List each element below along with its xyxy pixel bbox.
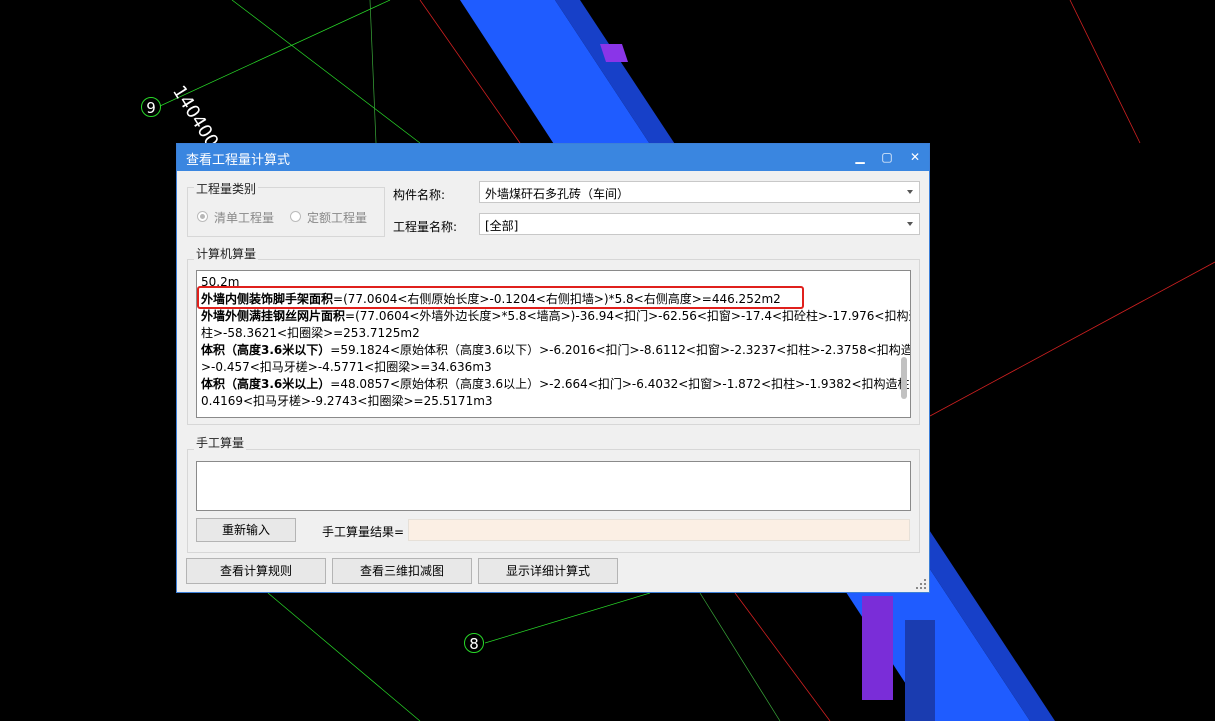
grid-line <box>369 0 377 144</box>
resize-grip-icon[interactable] <box>916 579 926 589</box>
calc-line: 体积（高度3.6米以下）=59.1824<原始体积（高度3.6以下）>-6.20… <box>201 343 911 357</box>
component-name-value: 外墙煤矸石多孔砖（车间） <box>485 187 630 201</box>
quantity-formula-dialog: 查看工程量计算式 ▁ ▢ ✕ 工程量类别 清单工程量 定额工程量 构件名称: 外… <box>176 143 930 593</box>
show-detail-formula-button[interactable]: 显示详细计算式 <box>478 558 618 584</box>
minimize-icon[interactable]: ▁ <box>849 147 871 167</box>
radio-bill-quantity-label[interactable]: 清单工程量 <box>214 209 274 226</box>
calc-line: 体积（高度3.6米以上）=48.0857<原始体积（高度3.6以上）>-2.66… <box>201 377 911 391</box>
quantity-name-label: 工程量名称: <box>393 220 458 234</box>
axis-bubble-9: 9 <box>141 97 161 117</box>
calc-line: >-0.457<扣马牙槎>-4.5771<扣圈梁>=34.636m3 <box>201 360 492 374</box>
computer-calc-title: 计算机算量 <box>194 245 259 262</box>
close-icon[interactable]: ✕ <box>904 147 926 167</box>
grid-line <box>267 592 421 721</box>
calc-line: 柱>-58.3621<扣圈梁>=253.7125m2 <box>201 326 420 340</box>
view-calc-rules-button[interactable]: 查看计算规则 <box>186 558 326 584</box>
scrollbar-thumb[interactable] <box>901 357 907 399</box>
reenter-button[interactable]: 重新输入 <box>196 518 296 542</box>
maximize-icon[interactable]: ▢ <box>876 147 898 167</box>
radio-quota-quantity-label[interactable]: 定额工程量 <box>307 209 367 226</box>
axis-line <box>159 0 391 107</box>
chevron-down-icon <box>907 222 913 226</box>
highlight-box <box>197 286 804 309</box>
wall-column <box>862 596 893 700</box>
manual-calc-title: 手工算量 <box>194 434 247 451</box>
dialog-title: 查看工程量计算式 <box>186 153 291 168</box>
grid-line <box>699 592 781 721</box>
calc-line: 0.4169<扣马牙槎>-9.2743<扣圈梁>=25.5171m3 <box>201 394 493 408</box>
view-3d-deduction-button[interactable]: 查看三维扣减图 <box>332 558 472 584</box>
grid-line <box>231 0 421 144</box>
radio-bill-quantity[interactable] <box>197 211 208 222</box>
chevron-down-icon <box>907 190 913 194</box>
quantity-name-select[interactable]: [全部] <box>479 213 920 235</box>
dialog-titlebar[interactable]: 查看工程量计算式 ▁ ▢ ✕ <box>177 144 929 171</box>
red-line <box>1069 0 1141 144</box>
manual-calc-textarea[interactable] <box>196 461 911 511</box>
wall-column-2 <box>905 620 935 721</box>
quantity-type-title: 工程量类别 <box>194 180 259 197</box>
calc-line: 外墙外侧满挂钢丝网片面积=(77.0604<外墙外边长度>*5.8<墙高>)-3… <box>201 309 911 323</box>
component-name-label: 构件名称: <box>393 188 446 202</box>
radio-quota-quantity[interactable] <box>290 211 301 222</box>
manual-result-label: 手工算量结果= <box>322 525 405 539</box>
red-line <box>734 592 831 721</box>
grid-line <box>484 592 651 644</box>
quantity-name-value: [全部] <box>485 219 519 233</box>
component-name-select[interactable]: 外墙煤矸石多孔砖（车间） <box>479 181 920 203</box>
red-line <box>929 261 1215 417</box>
axis-bubble-8: 8 <box>464 633 484 653</box>
manual-result-field[interactable] <box>408 519 910 541</box>
